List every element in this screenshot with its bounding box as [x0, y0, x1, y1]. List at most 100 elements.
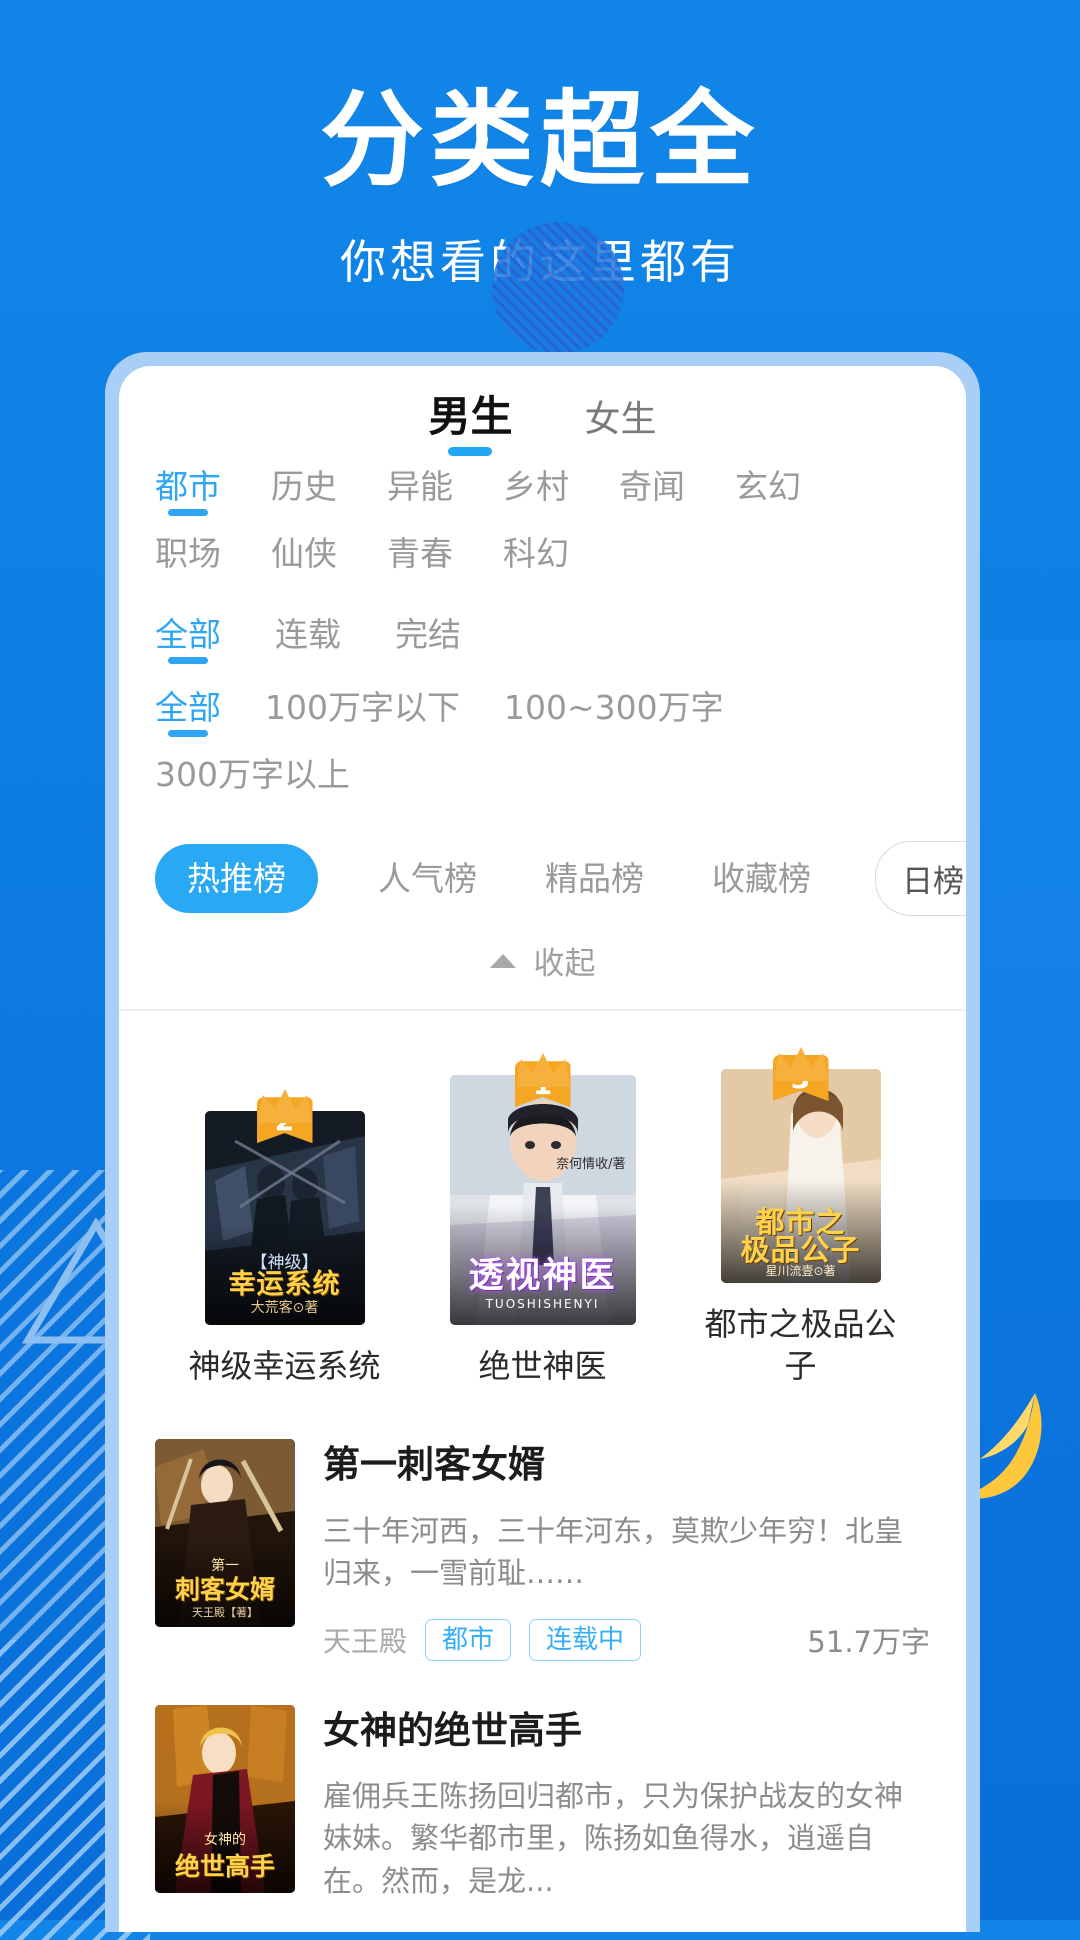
cover-caption: 透视神医 — [468, 1256, 617, 1297]
book-list-item[interactable]: 女神的 绝世高手 女神的绝世高手 雇佣兵王陈扬回归都市，只为保护战友的女神妹妹。… — [155, 1679, 930, 1920]
wordcount-chip-under-1m[interactable]: 100万字以下 — [265, 691, 460, 724]
genre-chip-xiangcun[interactable]: 乡村 — [503, 470, 569, 503]
status-filter-group: 全部 连载 完结 — [155, 618, 930, 685]
wordcount-label: 全部 — [155, 688, 221, 727]
collapse-label: 收起 — [533, 946, 596, 982]
wordcount-chip-over-3m[interactable]: 300万字以上 — [155, 758, 350, 791]
cover-wrap: 1 — [449, 1053, 636, 1326]
podium-title: 都市之极品公子 — [704, 1305, 897, 1386]
book-list-item[interactable]: 第一 刺客女婿 天王殿【著】 第一刺客女婿 三十年河西，三十年河东，莫欺少年穷！… — [155, 1413, 930, 1678]
book-cover: 第一 刺客女婿 天王殿【著】 — [155, 1439, 295, 1628]
book-title: 第一刺客女婿 — [323, 1443, 545, 1487]
book-tag-status[interactable]: 连载中 — [529, 1618, 642, 1661]
cover-subcaption: TUOSHISHENYI — [485, 1297, 600, 1312]
chevron-up-icon — [489, 953, 516, 968]
book-tag-genre[interactable]: 都市 — [425, 1618, 512, 1661]
wordcount-label: 100万字以下 — [265, 688, 460, 727]
tab-female[interactable]: 女生 — [585, 402, 657, 452]
cover-caption-top: 女神的 — [204, 1831, 246, 1848]
cover-subcaption: 大荒客⊙著 — [250, 1300, 319, 1317]
podium-item-2[interactable]: 2 — [179, 1089, 391, 1387]
cover-caption-top: 奈何情收/著 — [556, 1157, 626, 1173]
cover-caption: 幸运系统 — [228, 1268, 341, 1300]
cover-wrap: 3 都市之 极品 — [720, 1047, 881, 1283]
rank-tab-hot[interactable]: 热推榜 — [155, 844, 318, 913]
status-chip-all[interactable]: 全部 — [155, 615, 221, 664]
genre-chip-zhichang[interactable]: 职场 — [155, 537, 221, 570]
genre-chip-xuanhuan[interactable]: 玄幻 — [735, 470, 801, 503]
rank-tab-premium[interactable]: 精品榜 — [541, 844, 648, 913]
wordcount-filter-group: 全部 100万字以下 100~300万字 300万字以上 — [155, 691, 930, 825]
book-description: 三十年河西，三十年河东，莫欺少年穷！北皇归来，一雪前耻…… — [323, 1513, 904, 1591]
genre-label: 历史 — [271, 467, 337, 506]
genre-label: 职场 — [155, 534, 221, 573]
book-cover: 奈何情收/著 透视神医 TUOSHISHENYI — [449, 1075, 636, 1326]
genre-chip-qiwen[interactable]: 奇闻 — [619, 470, 685, 503]
crown-icon — [773, 1047, 828, 1081]
cover-subcaption: 星川流壹⊙著 — [765, 1264, 836, 1278]
tab-female-label: 女生 — [584, 399, 657, 440]
book-list: 第一 刺客女婿 天王殿【著】 第一刺客女婿 三十年河西，三十年河东，莫欺少年穷！… — [119, 1387, 966, 1919]
crown-icon — [257, 1089, 312, 1124]
cover-caption-top: 第一 — [211, 1558, 239, 1575]
filter-panel: 都市 历史 异能 乡村 奇闻 玄幻 职场 仙侠 青春 科幻 全部 连载 完结 全… — [119, 452, 966, 825]
podium-item-1[interactable]: 1 — [427, 1053, 659, 1387]
tab-male[interactable]: 男生 — [428, 396, 513, 456]
genre-chip-xianxia[interactable]: 仙侠 — [271, 537, 337, 570]
podium-title: 绝世神医 — [478, 1347, 607, 1386]
decor-striped-circle — [492, 222, 624, 354]
phone-mockup: 男生 女生 都市 历史 异能 乡村 奇闻 玄幻 职场 仙侠 青春 科幻 全部 连… — [105, 352, 980, 1932]
book-description: 雇佣兵王陈扬回归都市，只为保护战友的女神妹妹。繁华都市里，陈扬如鱼得水，逍遥自在… — [323, 1778, 904, 1898]
book-author: 天王殿 — [323, 1624, 408, 1658]
genre-label: 科幻 — [503, 534, 569, 573]
status-label: 连载 — [275, 615, 341, 654]
wordcount-chip-1m-3m[interactable]: 100~300万字 — [504, 691, 724, 724]
status-label: 全部 — [155, 615, 221, 654]
status-chip-completed[interactable]: 完结 — [395, 618, 461, 651]
book-title: 女神的绝世高手 — [323, 1708, 582, 1752]
book-cover: 【神级】 幸运系统 大荒客⊙著 — [204, 1111, 365, 1326]
genre-label: 玄幻 — [735, 467, 801, 506]
period-select-value: 日榜 — [902, 864, 964, 900]
rank-tabs: 热推榜 人气榜 精品榜 收藏榜 日榜 — [119, 831, 966, 916]
wordcount-label: 100~300万字 — [504, 688, 724, 727]
cover-caption: 极品公子 — [740, 1232, 861, 1267]
book-word-count: 51.7万字 — [807, 1624, 930, 1659]
collapse-toggle[interactable]: 收起 — [119, 916, 966, 1009]
status-chip-ongoing[interactable]: 连载 — [275, 618, 341, 651]
chip-active-underline — [168, 657, 208, 664]
genre-label: 异能 — [387, 467, 453, 506]
period-select[interactable]: 日榜 — [875, 841, 966, 916]
status-label: 完结 — [395, 615, 461, 654]
book-info: 第一刺客女婿 三十年河西，三十年河东，莫欺少年穷！北皇归来，一雪前耻…… 天王殿… — [323, 1439, 930, 1661]
genre-chip-dushi[interactable]: 都市 — [155, 470, 221, 516]
rank-tab-favorites[interactable]: 收藏榜 — [708, 844, 815, 913]
chip-active-underline — [168, 730, 208, 737]
gender-tabs: 男生 女生 — [119, 366, 966, 456]
cover-subcaption: 天王殿【著】 — [192, 1606, 258, 1620]
genre-label: 乡村 — [503, 467, 569, 506]
top-ranking-podium: 2 — [119, 1011, 966, 1387]
wordcount-chip-all[interactable]: 全部 — [155, 688, 221, 737]
genre-chip-lishi[interactable]: 历史 — [271, 470, 337, 503]
tab-male-label: 男生 — [428, 392, 513, 441]
genre-label: 仙侠 — [271, 534, 337, 573]
page-title: 分类超全 — [319, 79, 760, 201]
rank-tab-popular[interactable]: 人气榜 — [374, 844, 481, 913]
cover-caption: 刺客女婿 — [174, 1575, 275, 1605]
genre-chip-qingchun[interactable]: 青春 — [387, 537, 453, 570]
cover-caption: 绝世高手 — [174, 1852, 275, 1882]
book-info: 女神的绝世高手 雇佣兵王陈扬回归都市，只为保护战友的女神妹妹。繁华都市里，陈扬如… — [323, 1705, 930, 1902]
tab-active-underline — [448, 447, 493, 456]
hero-banner: 分类超全 你想看的这里都有 — [0, 0, 1080, 380]
genre-filter-group: 都市 历史 异能 乡村 奇闻 玄幻 职场 仙侠 青春 科幻 — [155, 470, 930, 604]
podium-title: 神级幸运系统 — [188, 1347, 381, 1386]
crown-icon — [515, 1053, 570, 1088]
chip-active-underline — [168, 509, 208, 516]
genre-chip-kehuan[interactable]: 科幻 — [503, 537, 569, 570]
cover-wrap: 2 — [204, 1089, 365, 1326]
book-cover: 女神的 绝世高手 — [155, 1704, 295, 1893]
phone-screen: 男生 女生 都市 历史 异能 乡村 奇闻 玄幻 职场 仙侠 青春 科幻 全部 连… — [119, 366, 966, 1932]
podium-item-3[interactable]: 3 都市之 极品 — [695, 1047, 907, 1387]
genre-chip-yineng[interactable]: 异能 — [387, 470, 453, 503]
